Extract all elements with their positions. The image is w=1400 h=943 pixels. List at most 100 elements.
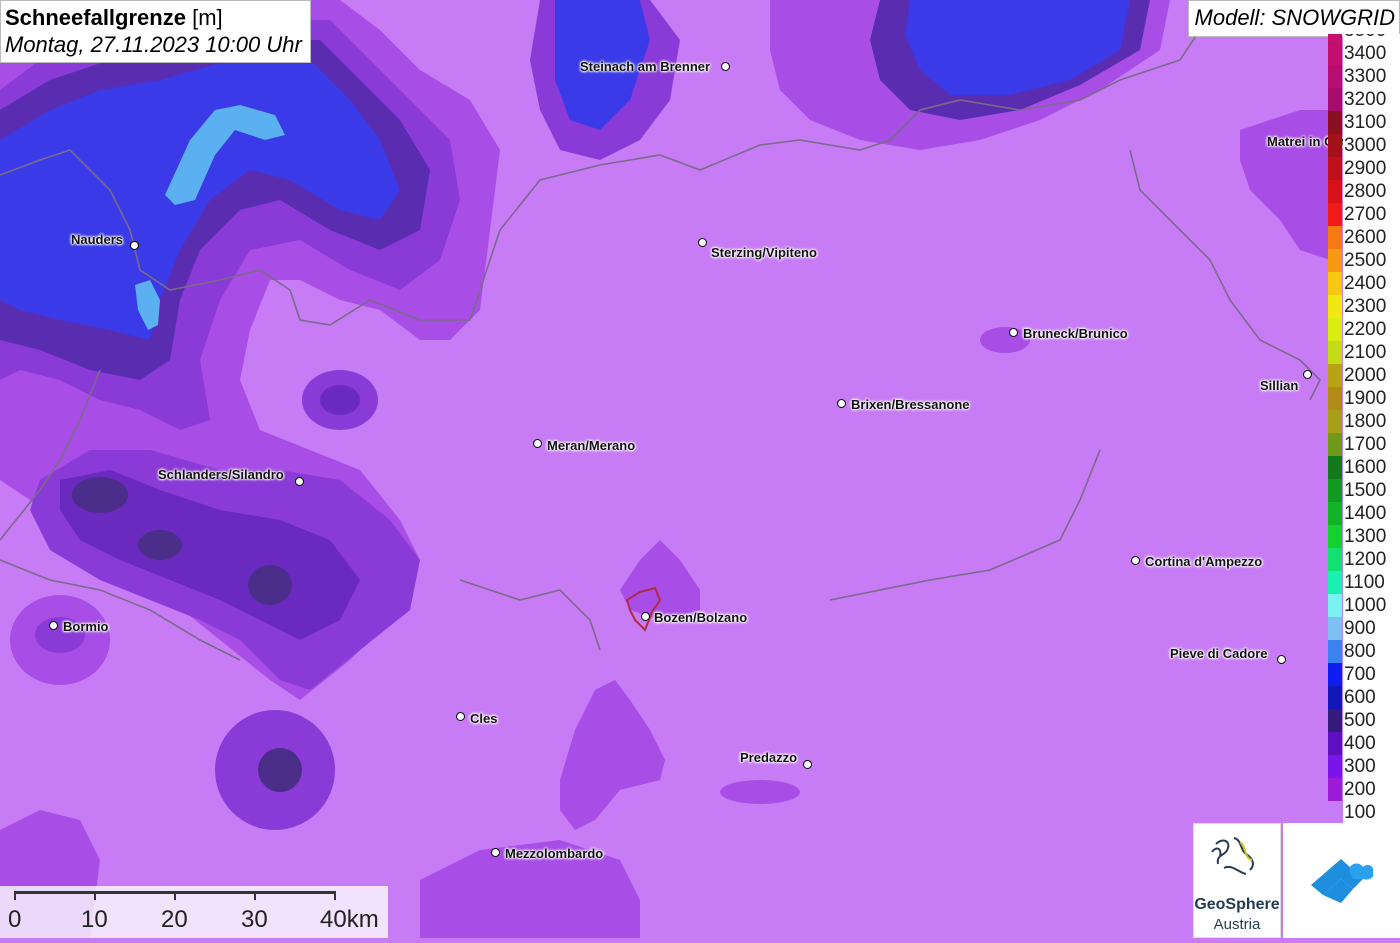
scale-tick <box>254 891 256 900</box>
legend-item: 900 <box>1328 617 1400 640</box>
legend-item: 2200 <box>1328 318 1400 341</box>
legend-item: 1500 <box>1328 479 1400 502</box>
legend-item: 1300 <box>1328 525 1400 548</box>
legend-item: 2700 <box>1328 203 1400 226</box>
title-main: Schneefallgrenze <box>5 5 186 30</box>
city-marker[interactable] <box>1131 556 1140 565</box>
legend-swatch <box>1328 571 1342 594</box>
city-marker[interactable] <box>491 848 500 857</box>
zone-sch-500c <box>248 565 292 605</box>
geosphere-icon <box>1211 837 1254 875</box>
legend-swatch <box>1328 387 1342 410</box>
legend-label: 2700 <box>1343 203 1400 226</box>
legend-item: 1800 <box>1328 410 1400 433</box>
city-label: Sillian <box>1260 378 1299 393</box>
legend-item: 2400 <box>1328 272 1400 295</box>
legend-label: 800 <box>1343 640 1400 663</box>
city-label: Bruneck/Brunico <box>1023 326 1128 341</box>
legend-label: 1200 <box>1343 548 1400 571</box>
legend-swatch <box>1328 364 1342 387</box>
legend-label: 900 <box>1343 617 1400 640</box>
zone-sch-500 <box>72 477 128 513</box>
legend-swatch <box>1328 663 1342 686</box>
scale-label: 10 <box>81 906 108 933</box>
city-label: Sterzing/Vipiteno <box>711 245 817 260</box>
legend-swatch <box>1328 709 1342 732</box>
legend-swatch <box>1328 686 1342 709</box>
legend-item: 700 <box>1328 663 1400 686</box>
legend-item: 1000 <box>1328 594 1400 617</box>
legend-item: 3500 <box>1328 34 1400 42</box>
legend-swatch <box>1328 732 1342 755</box>
legend-label: 2600 <box>1343 226 1400 249</box>
legend-swatch <box>1328 410 1342 433</box>
legend-swatch <box>1328 502 1342 525</box>
title-datetime: Montag, 27.11.2023 10:00 Uhr <box>5 32 302 57</box>
legend-item: 2900 <box>1328 157 1400 180</box>
legend-item: 1600 <box>1328 456 1400 479</box>
legend-swatch <box>1328 801 1342 824</box>
legend-swatch <box>1328 525 1342 548</box>
city-label: Pieve di Cadore <box>1170 646 1268 661</box>
zone-predazzo <box>720 780 800 804</box>
city-marker[interactable] <box>295 477 304 486</box>
city-marker[interactable] <box>1303 370 1312 379</box>
city-marker[interactable] <box>837 399 846 408</box>
legend-label: 1600 <box>1343 456 1400 479</box>
legend-item: 2600 <box>1328 226 1400 249</box>
city-marker[interactable] <box>641 612 650 621</box>
scale-tick <box>174 891 176 900</box>
legend-label: 2200 <box>1343 318 1400 341</box>
legend-label: 300 <box>1343 755 1400 778</box>
legend-swatch <box>1328 65 1342 88</box>
legend-label: 1400 <box>1343 502 1400 525</box>
city-marker[interactable] <box>1277 655 1286 664</box>
legend-swatch <box>1328 479 1342 502</box>
legend-item: 300 <box>1328 755 1400 778</box>
city-marker[interactable] <box>456 712 465 721</box>
legend-label: 400 <box>1343 732 1400 755</box>
legend-label: 2800 <box>1343 180 1400 203</box>
legend-swatch <box>1328 134 1342 157</box>
legend-label: 1800 <box>1343 410 1400 433</box>
scale-label: 30 <box>241 906 268 933</box>
color-legend: 3500340033003200310030002900280027002600… <box>1328 34 1400 824</box>
legend-label: 3400 <box>1343 42 1400 65</box>
city-marker[interactable] <box>1009 328 1018 337</box>
scale-tick <box>334 891 336 900</box>
app-logo[interactable] <box>1283 823 1400 938</box>
legend-item: 3100 <box>1328 111 1400 134</box>
legend-label: 1000 <box>1343 594 1400 617</box>
scale-label: 20 <box>161 906 188 933</box>
city-label: Schlanders/Silandro <box>158 467 284 482</box>
legend-label: 2100 <box>1343 341 1400 364</box>
city-label: Nauders <box>71 232 124 247</box>
scale-label: 0 <box>8 906 22 933</box>
city-marker[interactable] <box>130 241 139 250</box>
legend-item: 1200 <box>1328 548 1400 571</box>
legend-item: 2300 <box>1328 295 1400 318</box>
legend-swatch <box>1328 180 1342 203</box>
legend-item: 1100 <box>1328 571 1400 594</box>
scale-tick <box>14 891 16 900</box>
city-marker[interactable] <box>721 62 730 71</box>
legend-item: 3400 <box>1328 42 1400 65</box>
legend-label: 3500 <box>1343 34 1400 42</box>
city-marker[interactable] <box>533 439 542 448</box>
map-title: Schneefallgrenze [m] Montag, 27.11.2023 … <box>0 0 311 63</box>
legend-item: 800 <box>1328 640 1400 663</box>
scale-bar: 0 10 20 30 40km <box>0 886 388 938</box>
legend-swatch <box>1328 157 1342 180</box>
city-marker[interactable] <box>49 621 58 630</box>
legend-label: 100 <box>1343 801 1400 824</box>
legend-label: 2000 <box>1343 364 1400 387</box>
geosphere-text-2: Austria <box>1213 916 1261 933</box>
geosphere-text-1: GeoSphere <box>1194 896 1280 913</box>
city-marker[interactable] <box>698 238 707 247</box>
legend-swatch <box>1328 594 1342 617</box>
legend-swatch <box>1328 640 1342 663</box>
geosphere-logo[interactable]: GeoSphere Austria <box>1193 823 1281 938</box>
legend-swatch <box>1328 456 1342 479</box>
city-marker[interactable] <box>803 760 812 769</box>
legend-item: 2500 <box>1328 249 1400 272</box>
